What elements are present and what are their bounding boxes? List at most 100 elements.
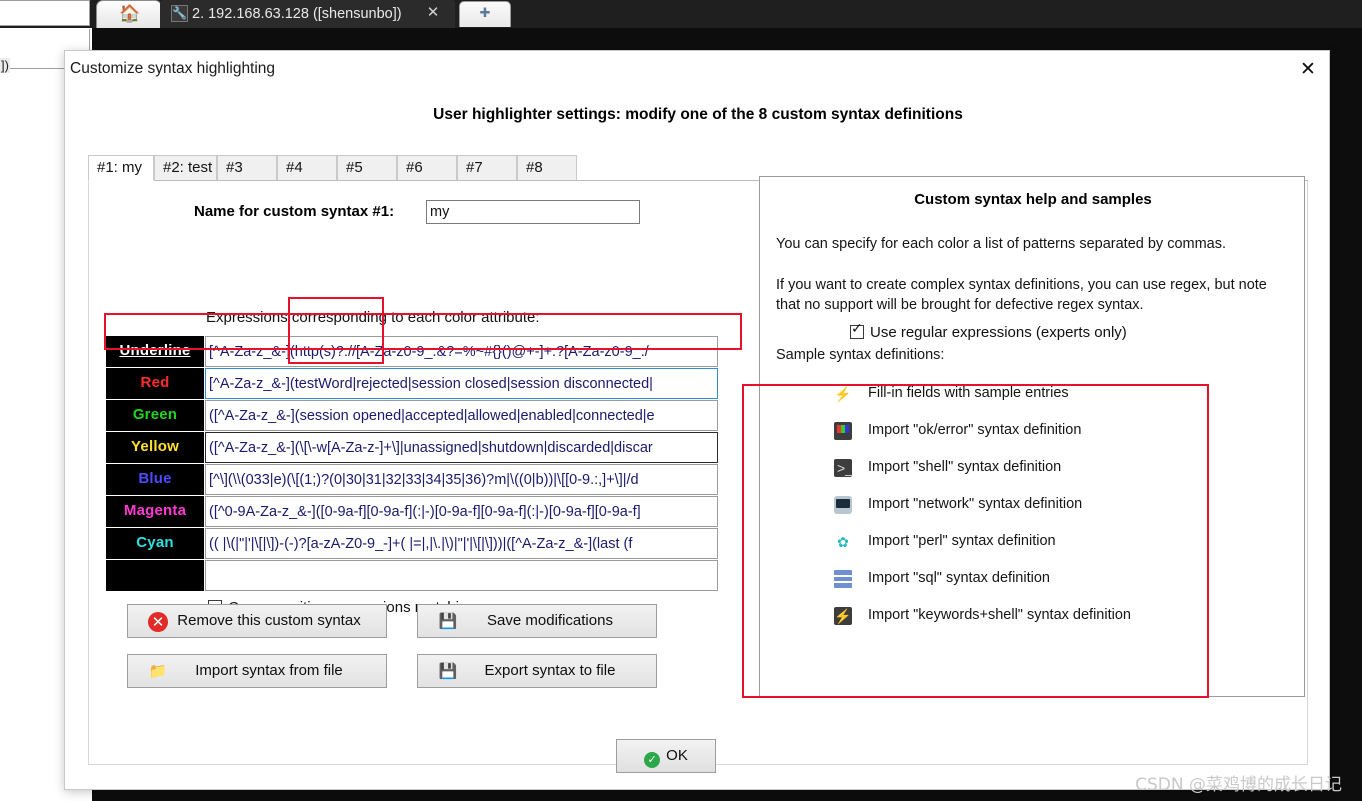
help-paragraph-2: If you want to create complex syntax def… (776, 277, 1267, 313)
syntax-tab-6[interactable]: #6 (397, 155, 457, 181)
x-circle-icon: ✕ (148, 612, 168, 632)
syntax-tab-label: #6 (406, 159, 423, 176)
remove-custom-syntax-label: Remove this custom syntax (177, 612, 361, 629)
sample-definition-label: Import "sql" syntax definition (868, 570, 1050, 586)
syntax-tab-8[interactable]: #8 (517, 155, 577, 181)
color-attribute-label (106, 560, 204, 591)
sample-definition-item[interactable]: Import "ok/error" syntax definition (834, 412, 1294, 449)
name-field-label: Name for custom syntax #1: (194, 203, 395, 220)
check-circle-icon: ✓ (644, 752, 661, 768)
import-syntax-label: Import syntax from file (195, 662, 343, 679)
expression-input[interactable] (205, 432, 718, 463)
remove-custom-syntax-button[interactable]: ✕ Remove this custom syntax (127, 604, 387, 638)
floppy-save-icon: 💾 (438, 613, 458, 630)
bolt-icon[interactable]: ⚡ (834, 385, 852, 403)
sample-definition-item[interactable]: Import "network" syntax definition (834, 486, 1294, 523)
plus-icon[interactable]: ✚ (472, 3, 498, 23)
expression-input[interactable] (205, 400, 718, 431)
syntax-tab-7[interactable]: #7 (457, 155, 517, 181)
watermark: CSDN @菜鸡博的成长日记 (1135, 775, 1342, 795)
app-tab-terminal-label: 2. 192.168.63.128 ([shensunbo]) (192, 6, 402, 22)
use-regex-checkbox[interactable]: Use regular expressions (experts only) (850, 321, 1127, 341)
syntax-tab-label: #1: my (97, 159, 143, 176)
syntax-tab-label: #5 (346, 159, 363, 176)
close-icon[interactable]: ✕ (1296, 58, 1320, 82)
syntax-tab-label: #3 (226, 159, 243, 176)
expression-input[interactable] (205, 368, 718, 399)
samples-title: Sample syntax definitions: (776, 347, 945, 363)
ok-button[interactable]: ✓ OK (616, 739, 716, 773)
dialog-heading: User highlighter settings: modify one of… (433, 106, 963, 123)
expression-input[interactable] (205, 464, 718, 495)
color-attribute-label: Yellow (106, 432, 204, 463)
sidebar-truncated-text: ]) (0, 58, 10, 73)
database-icon[interactable] (834, 570, 852, 588)
export-syntax-label: Export syntax to file (484, 662, 616, 679)
expression-row (106, 560, 718, 591)
help-panel: Custom syntax help and samples You can s… (759, 176, 1305, 697)
expression-row: Red (106, 368, 718, 399)
syntax-tab-label: #4 (286, 159, 303, 176)
home-icon[interactable]: 🏠 (119, 3, 141, 25)
sample-definition-label: Import "ok/error" syntax definition (868, 422, 1082, 438)
expression-row: Yellow (106, 432, 718, 463)
expression-rows: UnderlineRedGreenYellowBlueMagentaCyan (106, 336, 718, 592)
color-attribute-label: Red (106, 368, 204, 399)
export-syntax-to-file-button[interactable]: 💾 Export syntax to file (417, 654, 657, 688)
expression-input[interactable] (205, 528, 718, 559)
keywords-shell-icon[interactable]: ⚡ (834, 607, 852, 625)
save-modifications-label: Save modifications (487, 612, 613, 629)
expression-row: Underline (106, 336, 718, 367)
checkbox-box[interactable] (850, 321, 864, 339)
sample-definition-item[interactable]: ⚡ Import "keywords+shell" syntax definiti… (834, 597, 1294, 634)
help-panel-title: Custom syntax help and samples (914, 191, 1152, 208)
gear-icon[interactable]: ✿ (834, 533, 852, 551)
sample-definition-label: Import "network" syntax definition (868, 496, 1083, 512)
sample-definitions-list: ⚡ Fill-in fields with sample entries Impor… (834, 375, 1294, 634)
syntax-tab-label: #7 (466, 159, 483, 176)
close-icon[interactable]: ✕ (424, 4, 442, 22)
expression-row: Blue (106, 464, 718, 495)
sample-definition-label: Import "keywords+shell" syntax definitio… (868, 607, 1131, 623)
ok-button-label: OK (666, 747, 688, 764)
sample-definition-label: Import "shell" syntax definition (868, 459, 1062, 475)
expressions-caption: Expressions corresponding to each color … (206, 309, 540, 326)
syntax-tab-4[interactable]: #4 (277, 155, 337, 181)
sidebar-top-box[interactable] (0, 0, 90, 26)
expression-row: Magenta (106, 496, 718, 527)
help-paragraph-1: You can specify for each color a list of… (776, 236, 1227, 252)
expression-row: Green (106, 400, 718, 431)
sample-definition-item[interactable]: >_ Import "shell" syntax definition (834, 449, 1294, 486)
folder-gear-icon: 📁 (148, 663, 168, 680)
floppy-gear-icon: 💾 (438, 663, 458, 680)
sample-definition-item[interactable]: Import "sql" syntax definition (834, 560, 1294, 597)
syntax-tab-5[interactable]: #5 (337, 155, 397, 181)
shell-icon[interactable]: >_ (834, 459, 853, 477)
network-icon[interactable] (834, 496, 852, 514)
expression-input[interactable] (205, 496, 718, 527)
wrench-icon: 🔧 (171, 5, 188, 22)
import-syntax-from-file-button[interactable]: 📁 Import syntax from file (127, 654, 387, 688)
color-attribute-label: Underline (106, 336, 204, 367)
color-attribute-label: Cyan (106, 528, 204, 559)
sample-definition-label: Fill-in fields with sample entries (868, 385, 1069, 401)
sample-definition-item[interactable]: ✿ Import "perl" syntax definition (834, 523, 1294, 560)
use-regex-label: Use regular expressions (experts only) (870, 324, 1127, 341)
syntax-name-input[interactable] (426, 200, 640, 224)
sample-definition-label: Import "perl" syntax definition (868, 533, 1056, 549)
customize-syntax-dialog: Customize syntax highlighting ✕ User hig… (64, 50, 1330, 790)
color-attribute-label: Magenta (106, 496, 204, 527)
page-title: Customize syntax highlighting (70, 60, 276, 77)
syntax-tab-label: #2: test (163, 159, 213, 176)
expression-row: Cyan (106, 528, 718, 559)
sample-definition-item[interactable]: ⚡ Fill-in fields with sample entries (834, 375, 1294, 412)
syntax-tab-1[interactable]: #1: my (88, 155, 154, 181)
expression-input[interactable] (205, 560, 718, 591)
expression-input[interactable] (205, 336, 718, 367)
syntax-tab-2[interactable]: #2: test (154, 155, 217, 181)
syntax-tab-3[interactable]: #3 (217, 155, 277, 181)
color-attribute-label: Blue (106, 464, 204, 495)
save-modifications-button[interactable]: 💾 Save modifications (417, 604, 657, 638)
screen: ]) 🏠 🔧 2. 192.168.63.128 ([shensunbo]) ✕… (0, 0, 1362, 801)
monitor-icon[interactable] (834, 422, 852, 440)
